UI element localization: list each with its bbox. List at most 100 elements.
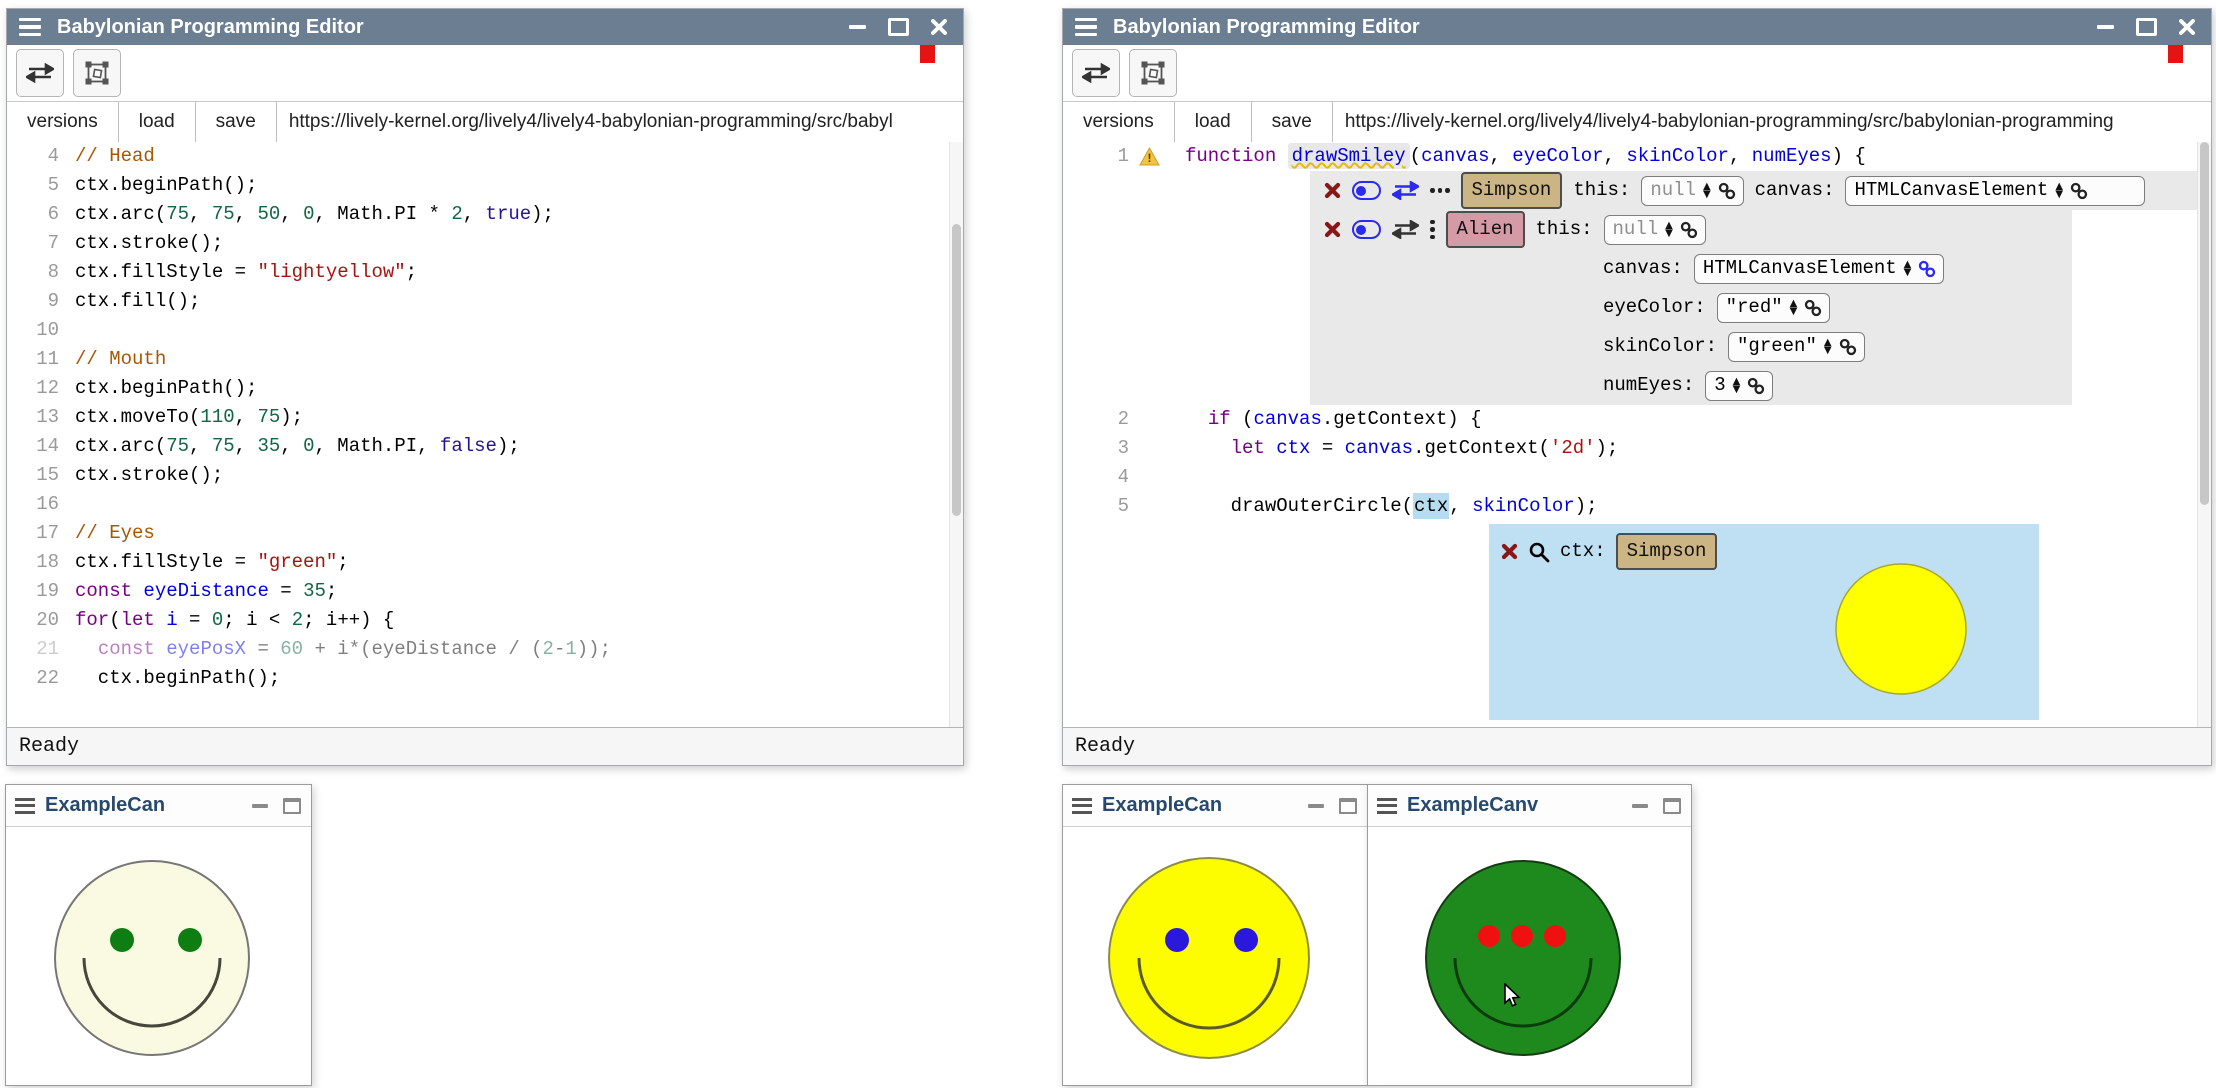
minimize-button[interactable] xyxy=(849,25,866,29)
maximize-button[interactable] xyxy=(283,798,301,814)
code-line[interactable]: 4 xyxy=(1063,463,2211,492)
code-line[interactable]: 19const eyeDistance = 35; xyxy=(7,577,963,606)
swap-arrows-button[interactable] xyxy=(1072,49,1120,97)
code-text[interactable]: for(let i = 0; i < 2; i++) { xyxy=(75,606,394,635)
stepper-icon[interactable]: ▲▼ xyxy=(1790,300,1798,316)
transform-marquee-button[interactable] xyxy=(1129,49,1177,97)
delete-example-icon[interactable] xyxy=(1324,182,1341,199)
stepper-icon[interactable]: ▲▼ xyxy=(1904,261,1912,277)
scrollbar[interactable] xyxy=(2197,142,2211,727)
scrollbar[interactable] xyxy=(949,142,963,727)
code-line[interactable]: 11// Mouth xyxy=(7,345,963,374)
code-line[interactable]: 17// Eyes xyxy=(7,519,963,548)
menu-icon[interactable] xyxy=(19,18,41,37)
code-text[interactable]: function drawSmiley(canvas, eyeColor, sk… xyxy=(1185,142,1866,171)
code-line[interactable]: 6ctx.arc(75, 75, 50, 0, Math.PI * 2, tru… xyxy=(7,200,963,229)
swap-arrows-button[interactable] xyxy=(16,49,64,97)
stepper-icon[interactable]: ▲▼ xyxy=(1824,339,1832,355)
menu-icon[interactable] xyxy=(1072,798,1092,814)
code-text[interactable]: ctx.beginPath(); xyxy=(75,374,257,403)
value-dropdown[interactable]: "red"▲▼ xyxy=(1717,293,1831,323)
minimize-button[interactable] xyxy=(1308,804,1324,808)
smiley-canvas[interactable] xyxy=(6,826,311,1085)
code-text[interactable]: // Mouth xyxy=(75,345,166,374)
menu-icon[interactable] xyxy=(15,798,35,814)
scrollbar-thumb[interactable] xyxy=(952,224,961,517)
code-line[interactable]: 21 const eyePosX = 60 + i*(eyeDistance /… xyxy=(7,635,963,664)
versions-button[interactable]: versions xyxy=(1063,102,1175,142)
value-dropdown[interactable]: HTMLCanvasElement▲▼ xyxy=(1694,254,1945,284)
maximize-button[interactable] xyxy=(1663,798,1681,814)
minimize-button[interactable] xyxy=(1632,804,1648,808)
code-line[interactable]: 16 xyxy=(7,490,963,519)
code-line[interactable]: 1!function drawSmiley(canvas, eyeColor, … xyxy=(1063,142,2211,171)
code-text[interactable]: let ctx = canvas.getContext('2d'); xyxy=(1185,434,1618,463)
minimize-button[interactable] xyxy=(252,804,268,808)
value-dropdown[interactable]: null▲▼ xyxy=(1604,215,1706,245)
code-text[interactable]: const eyeDistance = 35; xyxy=(75,577,337,606)
transform-marquee-button[interactable] xyxy=(73,49,121,97)
versions-button[interactable]: versions xyxy=(7,102,119,142)
code-text[interactable]: ctx.arc(75, 75, 50, 0, Math.PI * 2, true… xyxy=(75,200,554,229)
code-line[interactable]: 12ctx.beginPath(); xyxy=(7,374,963,403)
code-line[interactable]: 10 xyxy=(7,316,963,345)
code-text[interactable]: ctx.arc(75, 75, 35, 0, Math.PI, false); xyxy=(75,432,520,461)
code-text[interactable]: ctx.fillStyle = "lightyellow"; xyxy=(75,258,417,287)
value-dropdown[interactable]: 3▲▼ xyxy=(1705,371,1773,401)
code-text[interactable]: ctx.moveTo(110, 75); xyxy=(75,403,303,432)
code-text[interactable]: if (canvas.getContext) { xyxy=(1185,405,1482,434)
code-text[interactable]: // Head xyxy=(75,142,155,171)
link-icon[interactable] xyxy=(1747,377,1765,395)
minimize-button[interactable] xyxy=(2097,25,2114,29)
link-icon[interactable] xyxy=(2070,182,2088,200)
link-icon[interactable] xyxy=(1918,260,1936,278)
link-icon[interactable] xyxy=(1839,338,1857,356)
more-options-icon[interactable] xyxy=(1430,220,1435,240)
code-line[interactable]: 5 drawOuterCircle(ctx, skinColor); xyxy=(1063,492,2211,521)
code-line[interactable]: 15ctx.stroke(); xyxy=(7,461,963,490)
menu-icon[interactable] xyxy=(1075,18,1097,37)
code-line[interactable]: 4// Head xyxy=(7,142,963,171)
code-text[interactable]: ctx.fill(); xyxy=(75,287,200,316)
link-icon[interactable] xyxy=(1680,221,1698,239)
example-badge[interactable]: Alien xyxy=(1446,211,1525,248)
code-text[interactable]: const eyePosX = 60 + i*(eyeDistance / (2… xyxy=(75,635,611,664)
maximize-button[interactable] xyxy=(888,18,909,36)
link-icon[interactable] xyxy=(1804,299,1822,317)
probe-toggle[interactable] xyxy=(1352,181,1381,200)
value-dropdown[interactable]: null▲▼ xyxy=(1641,176,1743,206)
inspect-icon[interactable] xyxy=(1528,541,1550,563)
swap-example-icon[interactable] xyxy=(1392,181,1419,200)
code-line[interactable]: 22 ctx.beginPath(); xyxy=(7,664,963,693)
maximize-button[interactable] xyxy=(2136,18,2157,36)
code-line[interactable]: 2 if (canvas.getContext) { xyxy=(1063,405,2211,434)
close-button[interactable] xyxy=(2179,19,2195,35)
stepper-icon[interactable]: ▲▼ xyxy=(1665,222,1673,238)
code-text[interactable]: ctx.stroke(); xyxy=(75,229,223,258)
save-button[interactable]: save xyxy=(1252,102,1333,142)
swap-example-icon[interactable] xyxy=(1392,220,1419,239)
example-badge[interactable]: Simpson xyxy=(1616,533,1718,570)
code-line[interactable]: 9ctx.fill(); xyxy=(7,287,963,316)
menu-icon[interactable] xyxy=(1377,798,1397,814)
stepper-icon[interactable]: ▲▼ xyxy=(1703,183,1711,199)
url-field[interactable]: https://lively-kernel.org/lively4/lively… xyxy=(1333,102,2211,142)
code-text[interactable]: ctx.fillStyle = "green"; xyxy=(75,548,349,577)
load-button[interactable]: load xyxy=(119,102,196,142)
more-options-icon[interactable] xyxy=(1430,188,1450,193)
close-button[interactable] xyxy=(931,19,947,35)
smiley-canvas[interactable] xyxy=(1368,826,1691,1085)
stepper-icon[interactable]: ▲▼ xyxy=(1733,378,1741,394)
code-line[interactable]: 14ctx.arc(75, 75, 35, 0, Math.PI, false)… xyxy=(7,432,963,461)
code-line[interactable]: 5ctx.beginPath(); xyxy=(7,171,963,200)
code-line[interactable]: 13ctx.moveTo(110, 75); xyxy=(7,403,963,432)
code-line[interactable]: 18ctx.fillStyle = "green"; xyxy=(7,548,963,577)
link-icon[interactable] xyxy=(1718,182,1736,200)
value-dropdown[interactable]: HTMLCanvasElement▲▼ xyxy=(1845,176,2145,206)
code-editor[interactable]: 1!function drawSmiley(canvas, eyeColor, … xyxy=(1063,142,2211,727)
code-text[interactable]: drawOuterCircle(ctx, skinColor); xyxy=(1185,492,1598,521)
scrollbar-thumb[interactable] xyxy=(2200,142,2209,505)
example-badge[interactable]: Simpson xyxy=(1461,172,1563,209)
url-field[interactable]: https://lively-kernel.org/lively4/lively… xyxy=(277,102,963,142)
warning-icon[interactable]: ! xyxy=(1139,147,1160,166)
